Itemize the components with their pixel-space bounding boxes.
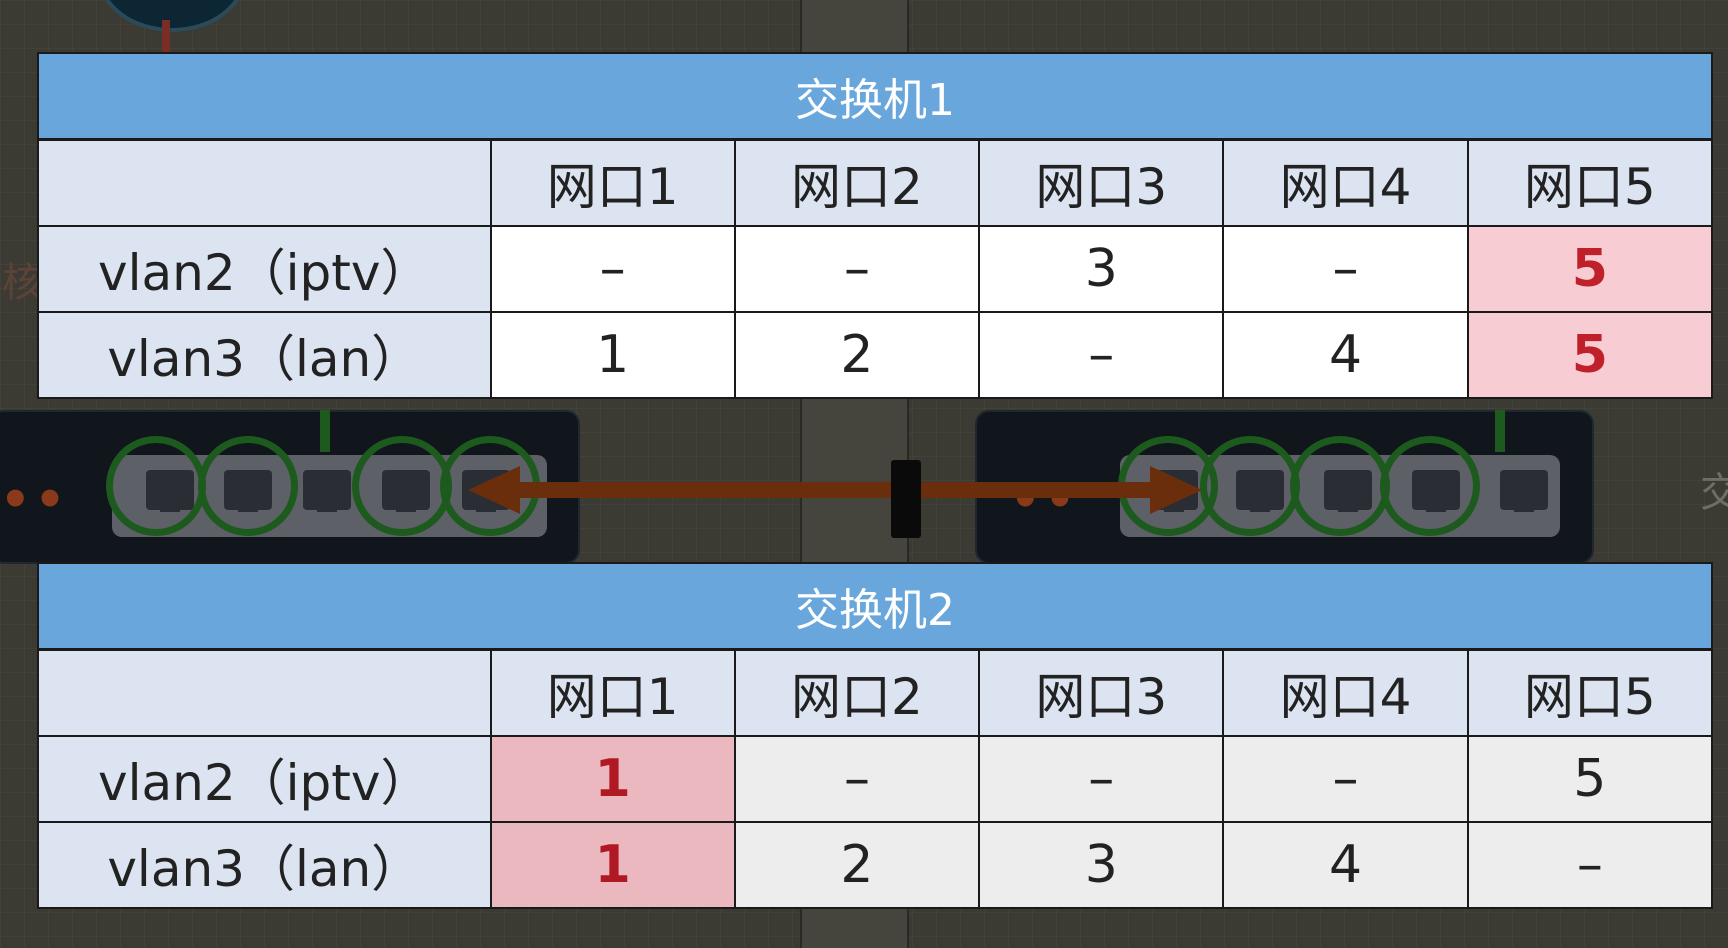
vlan-port-cell: 1 (489, 311, 736, 399)
port-ring-icon (1380, 436, 1480, 536)
port-header: 网口2 (733, 138, 981, 227)
vlan-port-cell: – (978, 735, 1225, 823)
port-header: 网口5 (1466, 138, 1714, 227)
vlan-port-cell: – (1466, 821, 1714, 909)
link-cable (510, 482, 1160, 498)
port-header: 网口1 (489, 648, 736, 737)
vlan-port-cell: 4 (1222, 311, 1469, 399)
vlan-label: vlan2（iptv） (37, 735, 492, 823)
table-header-row: 网口1 网口2 网口3 网口4 网口5 (37, 648, 1714, 737)
vlan-label: vlan2（iptv） (37, 225, 492, 313)
switch2-port-5 (1500, 470, 1548, 512)
vlan-port-cell: – (733, 735, 981, 823)
corner-cell (37, 138, 492, 227)
vlan-port-cell-highlighted: 1 (489, 735, 736, 823)
switch2-title: 交换机2 (37, 562, 1713, 651)
vlan-port-cell-highlighted: 1 (489, 821, 736, 909)
table-row: vlan2（iptv） – – 3 – 5 (37, 225, 1714, 313)
port-marker (320, 410, 330, 452)
table-header-row: 网口1 网口2 网口3 网口4 网口5 (37, 138, 1714, 227)
port-ring-icon (1200, 436, 1300, 536)
switch1-title: 交换机1 (37, 52, 1713, 141)
switch2-vlan-table: 交换机2 网口1 网口2 网口3 网口4 网口5 vlan2（iptv） 1 –… (37, 562, 1714, 909)
port-header: 网口4 (1222, 138, 1469, 227)
port-ring-icon (106, 436, 206, 536)
vlan-port-cell: 3 (978, 225, 1225, 313)
vlan-port-cell: 5 (1466, 735, 1714, 823)
port-header: 网口2 (733, 648, 981, 737)
port-marker (1495, 410, 1505, 452)
vlan-port-cell: 4 (1222, 821, 1469, 909)
table-row: vlan3（lan） 1 2 3 4 – (37, 821, 1714, 909)
port-header: 网口5 (1466, 648, 1714, 737)
vlan-port-cell: 2 (733, 311, 981, 399)
switch1-status-dots: •• (0, 472, 70, 528)
switch1-vlan-table: 交换机1 网口1 网口2 网口3 网口4 网口5 vlan2（iptv） – –… (37, 52, 1714, 399)
port-header: 网口4 (1222, 648, 1469, 737)
vlan-port-cell: – (978, 311, 1225, 399)
vlan-port-cell: – (1222, 735, 1469, 823)
table-row: vlan2（iptv） 1 – – – 5 (37, 735, 1714, 823)
arrow-right-icon (1150, 466, 1202, 514)
vlan-port-cell: – (733, 225, 981, 313)
switch2-status-dots: •• (1010, 472, 1080, 528)
cable-connector (891, 460, 921, 538)
arrow-left-icon (468, 466, 520, 514)
table-row: vlan3（lan） 1 2 – 4 5 (37, 311, 1714, 399)
switch1-port-3 (303, 470, 351, 512)
vlan-label: vlan3（lan） (37, 311, 492, 399)
port-ring-icon (1290, 436, 1390, 536)
vlan-port-cell: 3 (978, 821, 1225, 909)
vlan-port-cell-highlighted: 5 (1466, 225, 1714, 313)
port-ring-icon (352, 436, 452, 536)
port-ring-icon (198, 436, 298, 536)
corner-cell (37, 648, 492, 737)
background-label-left: 核 (2, 260, 42, 306)
vlan-port-cell: 2 (733, 821, 981, 909)
port-header: 网口3 (978, 138, 1225, 227)
vlan-label: vlan3（lan） (37, 821, 492, 909)
port-header: 网口3 (978, 648, 1225, 737)
background-label-right: 交 (1700, 470, 1728, 516)
vlan-port-cell: – (489, 225, 736, 313)
vlan-port-cell-highlighted: 5 (1466, 311, 1714, 399)
port-header: 网口1 (489, 138, 736, 227)
vlan-port-cell: – (1222, 225, 1469, 313)
